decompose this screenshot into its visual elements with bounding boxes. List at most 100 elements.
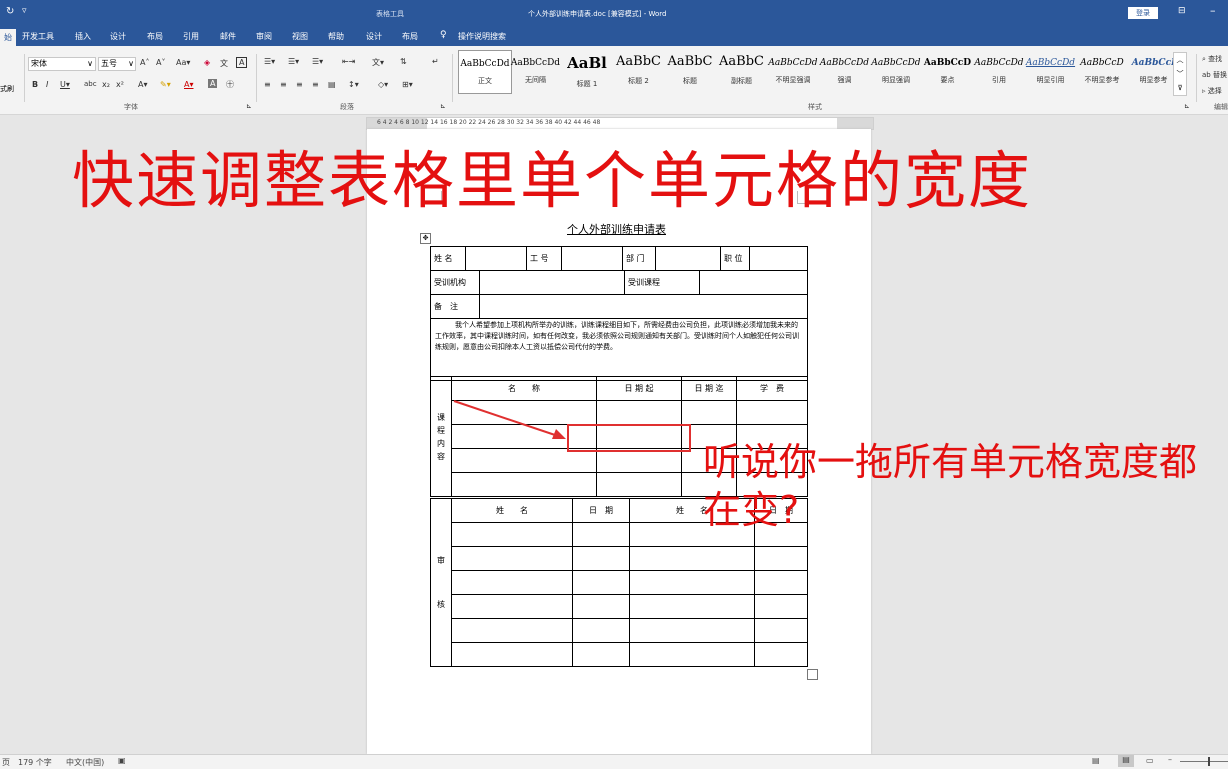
styles-dialog-launcher[interactable]: ⊾ [1184, 102, 1190, 110]
table-cell[interactable]: 日 期 迄 [681, 376, 737, 401]
style-item[interactable]: AaBbC 标题 [664, 50, 716, 92]
show-marks-icon[interactable]: ↵ [432, 57, 439, 66]
find-button[interactable]: ⌕ 查找 [1202, 54, 1222, 64]
page-indicator[interactable]: 页 [2, 757, 10, 768]
style-item[interactable]: AaBl 标题 1 [561, 50, 613, 92]
language-indicator[interactable]: 中文(中国) [66, 757, 104, 768]
enclosed-char-icon[interactable]: ㊉ [226, 79, 234, 90]
table-cell[interactable] [451, 594, 573, 619]
statement-paragraph[interactable]: 我个人希望参加上项机构所举办的训练，训练课程细目如下，所需经费由公司负担，此项训… [430, 318, 808, 381]
underline-button[interactable]: U▾ [60, 80, 70, 89]
table-cell[interactable] [451, 546, 573, 571]
tab-design[interactable]: 设计 [110, 31, 126, 42]
distributed-icon[interactable]: ▤ [328, 80, 336, 89]
table-cell[interactable] [572, 642, 630, 667]
style-item[interactable]: AaBbCcD 要点 [922, 50, 974, 92]
tab-mailings[interactable]: 邮件 [220, 31, 236, 42]
style-item[interactable]: AaBbCcDd 正文 [458, 50, 512, 94]
borders-icon[interactable]: ⊞▾ [402, 80, 413, 89]
table-cell[interactable] [451, 570, 573, 595]
tab-view[interactable]: 视图 [292, 31, 308, 42]
tab-references[interactable]: 引用 [183, 31, 199, 42]
grow-font-button[interactable]: A˄ [140, 58, 149, 67]
format-painter-label[interactable]: 式刷 [0, 84, 14, 94]
table-cell[interactable]: 受训机构 [430, 270, 480, 295]
table-cell[interactable] [655, 246, 721, 271]
table-cell[interactable] [754, 546, 808, 571]
tab-table-design[interactable]: 设计 [366, 31, 382, 42]
align-right-icon[interactable]: ≡ [296, 80, 303, 89]
zoom-out-icon[interactable]: – [1168, 755, 1172, 764]
bold-button[interactable]: B [32, 80, 38, 89]
paragraph-dialog-launcher[interactable]: ⊾ [440, 102, 446, 110]
zoom-slider[interactable] [1180, 761, 1228, 762]
table-cell[interactable]: 工 号 [526, 246, 562, 271]
table-move-handle-icon[interactable]: ✥ [420, 233, 431, 244]
table-cell[interactable] [451, 448, 597, 473]
bullets-icon[interactable]: ☰▾ [264, 57, 275, 66]
web-layout-icon[interactable]: ▭ [1146, 756, 1154, 765]
table-cell[interactable] [749, 246, 808, 271]
font-dialog-launcher[interactable]: ⊾ [246, 102, 252, 110]
phonetic-guide-icon[interactable]: 文 [220, 58, 228, 69]
table-cell[interactable] [572, 570, 630, 595]
tab-review[interactable]: 审阅 [256, 31, 272, 42]
style-item[interactable]: AaBbCcI 明显参考 [1128, 50, 1180, 92]
table-cell[interactable] [596, 448, 682, 473]
table-cell[interactable] [681, 400, 737, 425]
table-cell[interactable] [754, 618, 808, 643]
styles-scroll[interactable]: ︿ ﹀ ⊽ [1173, 52, 1187, 96]
chinese-layout-icon[interactable]: 文▾ [372, 57, 384, 68]
macro-record-icon[interactable]: ▣ [118, 756, 126, 765]
align-left-icon[interactable]: ≡ [264, 80, 271, 89]
table-cell[interactable] [465, 246, 527, 271]
table-cell[interactable]: 部 门 [622, 246, 656, 271]
table-cell[interactable] [596, 472, 682, 497]
change-case-button[interactable]: Aa▾ [176, 58, 190, 67]
login-button[interactable]: 登录 [1128, 7, 1158, 19]
table-cell[interactable]: 职 位 [720, 246, 750, 271]
table-cell[interactable] [451, 472, 597, 497]
table-cell[interactable] [572, 618, 630, 643]
italic-button[interactable]: I [46, 80, 48, 89]
table-cell[interactable] [629, 618, 755, 643]
indent-icons[interactable]: ⇤⇥ [342, 57, 355, 66]
table-cell[interactable] [736, 400, 808, 425]
table-cell[interactable]: 备 注 [430, 294, 480, 319]
font-size-select[interactable]: 五号 ∨ [98, 57, 136, 71]
highlight-icon[interactable]: ✎▾ [160, 80, 171, 89]
style-item[interactable]: AaBbCcDd 引用 [973, 50, 1025, 92]
style-item[interactable]: AaBbCcDd 明显引用 [1025, 50, 1077, 92]
table-cell[interactable]: 姓 名 [430, 246, 466, 271]
style-item[interactable]: AaBbCcDd 不明显强调 [767, 50, 819, 92]
style-item[interactable]: AaBbCcDd 强调 [819, 50, 871, 92]
table-cell[interactable]: 学 费 [736, 376, 808, 401]
print-layout-icon[interactable]: ▤ [1118, 755, 1134, 767]
zoom-slider-thumb[interactable] [1208, 757, 1210, 766]
style-item[interactable]: AaBbCcD 不明显参考 [1076, 50, 1128, 92]
table-resize-handle[interactable] [807, 669, 818, 680]
table-cell[interactable] [629, 546, 755, 571]
ribbon-display-icon[interactable]: ⊟ [1178, 6, 1186, 16]
word-count[interactable]: 179 个字 [18, 757, 52, 768]
superscript-button[interactable]: x² [116, 80, 124, 89]
tab-home-partial[interactable]: 始 [0, 29, 16, 46]
quick-access-dropdown[interactable]: ▿ [22, 6, 27, 16]
table-cell[interactable] [572, 522, 630, 547]
numbering-icon[interactable]: ☰▾ [288, 57, 299, 66]
font-color-icon[interactable]: A▾ [184, 80, 194, 89]
table-cell[interactable] [629, 594, 755, 619]
table-cell[interactable] [754, 642, 808, 667]
text-effects-icon[interactable]: A▾ [138, 80, 148, 89]
shading-icon[interactable]: ◇▾ [378, 80, 388, 89]
font-name-select[interactable]: 宋体 ∨ [28, 57, 96, 71]
strikethrough-button[interactable]: abc [84, 80, 97, 88]
tab-insert[interactable]: 插入 [75, 31, 91, 42]
align-center-icon[interactable]: ≡ [280, 80, 287, 89]
table-cell[interactable] [596, 400, 682, 425]
clear-format-icon[interactable]: ◈ [204, 58, 210, 67]
table-cell[interactable] [572, 594, 630, 619]
table-cell[interactable] [754, 594, 808, 619]
table-cell[interactable]: 受训课程 [624, 270, 700, 295]
table-cell[interactable] [572, 546, 630, 571]
